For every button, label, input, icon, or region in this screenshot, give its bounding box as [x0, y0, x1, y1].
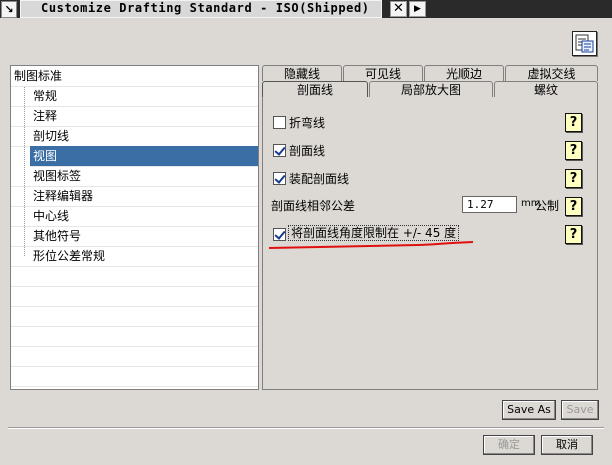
tree-item-label: 视图 — [33, 149, 58, 163]
tab-bar: 隐藏线 可见线 光顺边 虚拟交线 剖面线 局部放大图 螺纹 — [262, 65, 598, 97]
window-edge — [604, 22, 612, 465]
assembly-section-checkbox[interactable] — [273, 172, 286, 185]
tab-detail-view[interactable]: 局部放大图 — [369, 81, 493, 97]
tree-item-centerline[interactable]: 中心线 — [11, 206, 258, 227]
fold-line-checkbox[interactable] — [273, 116, 286, 129]
tree-item-view[interactable]: 视图 — [30, 146, 258, 167]
close-button[interactable]: ✕ — [390, 1, 407, 17]
assembly-section-label: 装配剖面线 — [289, 172, 350, 186]
information-icon[interactable] — [572, 31, 597, 56]
section-line-label: 剖面线 — [289, 144, 326, 158]
tab-visible-lines[interactable]: 可见线 — [343, 65, 423, 81]
fold-line-label: 折弯线 — [289, 116, 326, 130]
section-line-checkbox[interactable] — [273, 144, 286, 157]
tree-item-view-label[interactable]: 视图标签 — [11, 166, 258, 187]
tree-empty-row — [11, 266, 258, 287]
help-icon[interactable]: ? — [565, 141, 582, 160]
help-icon[interactable]: ? — [565, 225, 582, 244]
ok-button[interactable]: 确定 — [483, 435, 535, 455]
title-bar: ↘ Customize Drafting Standard - ISO(Ship… — [0, 0, 612, 18]
tree-item-label: 视图标签 — [33, 169, 82, 183]
tab-virtual-intersection[interactable]: 虚拟交线 — [505, 65, 598, 81]
tree-item-label: 常规 — [33, 89, 58, 103]
tolerance-suffix: 公制 — [535, 199, 560, 213]
tree-item-general[interactable]: 常规 — [11, 86, 258, 107]
tab-thread[interactable]: 螺纹 — [494, 81, 598, 97]
tree-item-other-symbols[interactable]: 其他符号 — [11, 226, 258, 247]
tree-item-gdt[interactable]: 形位公差常规 — [11, 246, 258, 267]
help-icon[interactable]: ? — [565, 169, 582, 188]
separator — [8, 427, 606, 429]
tree-item-section-line[interactable]: 剖切线 — [11, 126, 258, 147]
tree-item-label: 其他符号 — [33, 229, 82, 243]
tolerance-label: 剖面线相邻公差 — [271, 199, 356, 213]
save-button[interactable]: Save — [561, 400, 599, 420]
tolerance-input[interactable]: 1.27 — [462, 196, 517, 213]
tree-root-label: 制图标准 — [14, 69, 63, 83]
tab-section-line[interactable]: 剖面线 — [262, 81, 368, 97]
window-menu-icon[interactable]: ↘ — [1, 1, 17, 18]
tree-item-label: 中心线 — [33, 209, 70, 223]
window-title: Customize Drafting Standard - ISO(Shippe… — [20, 0, 382, 18]
tree-empty-row — [11, 286, 258, 307]
tree-empty-row — [11, 366, 258, 387]
tree-item-label: 注释 — [33, 109, 58, 123]
cancel-button[interactable]: 取消 — [541, 435, 593, 455]
tree-empty-row — [11, 306, 258, 327]
tree-item-annotation-editor[interactable]: 注释编辑器 — [11, 186, 258, 207]
tree-root[interactable]: 制图标准 — [11, 66, 258, 87]
tree-empty-row — [11, 326, 258, 347]
tree-item-label: 剖切线 — [33, 129, 70, 143]
tree-item-annotation[interactable]: 注释 — [11, 106, 258, 127]
collapse-arrow-icon[interactable]: ▶ — [409, 1, 426, 17]
tree-empty-row — [11, 346, 258, 367]
tab-hidden-lines[interactable]: 隐藏线 — [262, 65, 342, 81]
help-icon[interactable]: ? — [565, 113, 582, 132]
help-icon[interactable]: ? — [565, 197, 582, 216]
tree-item-label: 注释编辑器 — [33, 189, 94, 203]
save-as-button[interactable]: Save As — [502, 400, 556, 420]
tab-smooth-edges[interactable]: 光顺边 — [424, 65, 504, 81]
standard-tree[interactable]: 制图标准 常规 注释 剖切线 视图 视图标签 注释编辑器 中心线 其他符号 形位… — [10, 65, 259, 390]
red-underline-annotation — [268, 241, 474, 249]
tree-item-label: 形位公差常规 — [33, 249, 106, 263]
section-line-panel: 折弯线 ? 剖面线 ? 装配剖面线 ? 剖面线相邻公差 1.27 mm 公制 ?… — [262, 97, 598, 390]
